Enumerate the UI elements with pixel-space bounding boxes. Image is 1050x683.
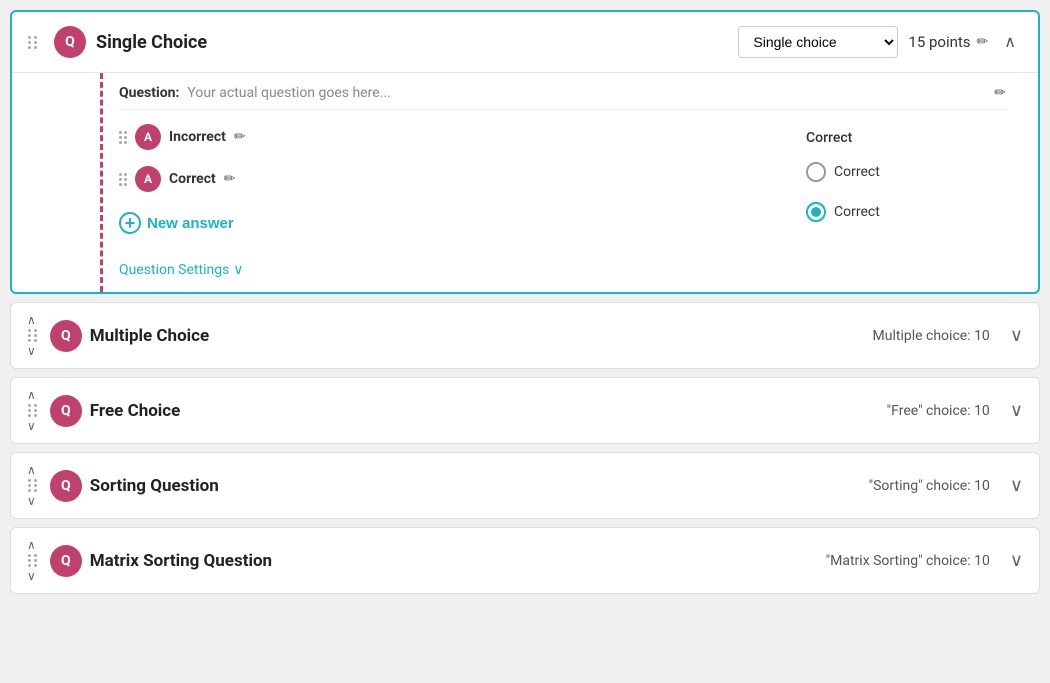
question-info-sorting: "Sorting" choice: 10 bbox=[869, 478, 990, 494]
question-card-free-choice: ∧ ∨ Q Free Choice "Free" choice: 10 ∨ bbox=[10, 377, 1040, 444]
question-title: Single Choice bbox=[96, 32, 728, 53]
correct-radio-1[interactable]: Correct bbox=[806, 156, 1006, 188]
collapsed-header-sorting: ∧ ∨ Q Sorting Question "Sorting" choice:… bbox=[11, 453, 1039, 518]
radio-button-2[interactable] bbox=[806, 202, 826, 222]
answers-list: A Incorrect ✏ A Correct ✏ bbox=[119, 120, 806, 242]
question-title-sorting: Sorting Question bbox=[90, 476, 861, 496]
question-title-multiple: Multiple Choice bbox=[90, 326, 865, 346]
drag-handle[interactable] bbox=[28, 36, 38, 49]
correct-label-1: Correct bbox=[834, 164, 880, 180]
settings-chevron-icon: ∨ bbox=[233, 262, 243, 278]
question-body: Question: Your actual question goes here… bbox=[100, 73, 1022, 292]
correct-column: Correct Correct Correct bbox=[806, 120, 1006, 242]
answer-row-1: A Incorrect ✏ bbox=[119, 120, 806, 154]
question-card-sorting: ∧ ∨ Q Sorting Question "Sorting" choice:… bbox=[10, 452, 1040, 519]
question-settings-link[interactable]: Question Settings ∨ bbox=[119, 262, 1006, 278]
chevron-up-sorting[interactable]: ∧ bbox=[27, 463, 36, 477]
question-info-matrix: "Matrix Sorting" choice: 10 bbox=[826, 553, 990, 569]
chevron-down-matrix[interactable]: ∨ bbox=[27, 569, 36, 583]
answer-badge-1: A bbox=[135, 124, 161, 150]
expand-button-matrix[interactable]: ∨ bbox=[1010, 550, 1023, 571]
drag-handle-matrix[interactable] bbox=[28, 554, 38, 567]
question-badge-sorting: Q bbox=[50, 470, 82, 502]
question-text-row: Question: Your actual question goes here… bbox=[119, 73, 1006, 110]
chevron-up-multiple[interactable]: ∧ bbox=[27, 313, 36, 327]
question-badge-multiple: Q bbox=[50, 320, 82, 352]
answer-drag-handle-1[interactable] bbox=[119, 131, 127, 144]
question-card-matrix: ∧ ∨ Q Matrix Sorting Question "Matrix So… bbox=[10, 527, 1040, 594]
expand-button-free[interactable]: ∨ bbox=[1010, 400, 1023, 421]
question-badge-matrix: Q bbox=[50, 545, 82, 577]
answers-section: A Incorrect ✏ A Correct ✏ bbox=[119, 110, 1006, 252]
question-settings-section: Question Settings ∨ bbox=[119, 252, 1006, 282]
chevron-down-multiple[interactable]: ∨ bbox=[27, 344, 36, 358]
collapse-button[interactable]: ∧ bbox=[998, 30, 1022, 54]
correct-radio-2[interactable]: Correct bbox=[806, 196, 1006, 228]
drag-handle-multiple[interactable] bbox=[28, 329, 38, 342]
settings-label: Question Settings bbox=[119, 262, 229, 278]
page-container: Q Single Choice Single choice Multiple c… bbox=[0, 0, 1050, 683]
answer-text-1: Incorrect bbox=[169, 129, 226, 145]
answer-badge-2: A bbox=[135, 166, 161, 192]
question-title-free: Free Choice bbox=[90, 401, 879, 421]
answer-row-2: A Correct ✏ bbox=[119, 162, 806, 196]
points-value: 15 points bbox=[908, 33, 970, 51]
question-badge-free: Q bbox=[50, 395, 82, 427]
question-info-multiple: Multiple choice: 10 bbox=[873, 328, 990, 344]
question-badge: Q bbox=[54, 26, 86, 58]
answer-text-2: Correct bbox=[169, 171, 216, 187]
points-edit-icon[interactable]: ✏ bbox=[977, 34, 989, 50]
correct-label-2: Correct bbox=[834, 204, 880, 220]
chevron-down-sorting[interactable]: ∨ bbox=[27, 494, 36, 508]
collapsed-header-matrix: ∧ ∨ Q Matrix Sorting Question "Matrix So… bbox=[11, 528, 1039, 593]
question-card-multiple-choice: ∧ ∨ Q Multiple Choice Multiple choice: 1… bbox=[10, 302, 1040, 369]
question-card-single-choice: Q Single Choice Single choice Multiple c… bbox=[10, 10, 1040, 294]
collapsed-header-free: ∧ ∨ Q Free Choice "Free" choice: 10 ∨ bbox=[11, 378, 1039, 443]
expand-button-sorting[interactable]: ∨ bbox=[1010, 475, 1023, 496]
correct-header: Correct bbox=[806, 124, 1006, 148]
question-placeholder-text: Your actual question goes here... bbox=[187, 85, 986, 101]
new-answer-label: New answer bbox=[147, 215, 234, 232]
points-area: 15 points ✏ bbox=[908, 33, 988, 51]
new-answer-button[interactable]: + New answer bbox=[119, 204, 806, 242]
chevron-up-free[interactable]: ∧ bbox=[27, 388, 36, 402]
question-label: Question: bbox=[119, 85, 179, 101]
expand-button-multiple[interactable]: ∨ bbox=[1010, 325, 1023, 346]
radio-button-1[interactable] bbox=[806, 162, 826, 182]
question-type-select[interactable]: Single choice Multiple choice Free choic… bbox=[738, 26, 898, 58]
plus-circle-icon: + bbox=[119, 212, 141, 234]
chevron-up-matrix[interactable]: ∧ bbox=[27, 538, 36, 552]
answer-edit-icon-1[interactable]: ✏ bbox=[234, 129, 246, 145]
collapsed-header-multiple: ∧ ∨ Q Multiple Choice Multiple choice: 1… bbox=[11, 303, 1039, 368]
drag-handle-sorting[interactable] bbox=[28, 479, 38, 492]
question-info-free: "Free" choice: 10 bbox=[887, 403, 990, 419]
chevron-down-free[interactable]: ∨ bbox=[27, 419, 36, 433]
drag-handle-free[interactable] bbox=[28, 404, 38, 417]
question-title-matrix: Matrix Sorting Question bbox=[90, 551, 818, 571]
answer-drag-handle-2[interactable] bbox=[119, 173, 127, 186]
question-header: Q Single Choice Single choice Multiple c… bbox=[12, 12, 1038, 73]
question-text-edit-icon[interactable]: ✏ bbox=[994, 85, 1006, 101]
answer-edit-icon-2[interactable]: ✏ bbox=[224, 171, 236, 187]
